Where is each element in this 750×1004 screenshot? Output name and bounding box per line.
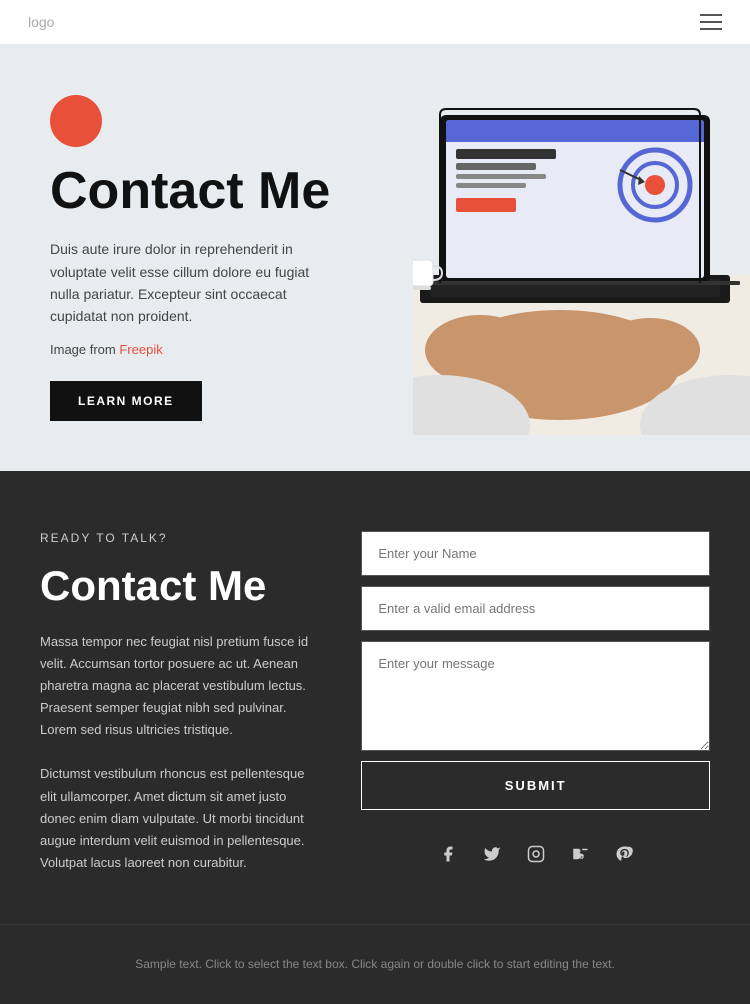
laptop-illustration <box>413 55 750 435</box>
image-credit: Image from Freepik <box>50 342 373 357</box>
contact-text2: Dictumst vestibulum rhoncus est pellente… <box>40 763 321 873</box>
hero-circle-decoration <box>50 95 102 147</box>
logo: logo <box>28 14 54 30</box>
contact-text1: Massa tempor nec feugiat nisl pretium fu… <box>40 631 321 741</box>
twitter-icon[interactable] <box>478 840 506 868</box>
hero-image <box>413 45 750 471</box>
image-credit-text: Image from <box>50 342 119 357</box>
message-input[interactable] <box>361 641 710 751</box>
social-icons-bar <box>361 840 710 868</box>
learn-more-button[interactable]: LEARN MORE <box>50 381 202 421</box>
hero-section: Contact Me Duis aute irure dolor in repr… <box>0 45 750 471</box>
name-input[interactable] <box>361 531 710 576</box>
email-input[interactable] <box>361 586 710 631</box>
hamburger-menu[interactable] <box>700 14 722 30</box>
contact-form: SUBMIT <box>361 531 710 874</box>
navbar: logo <box>0 0 750 45</box>
behance-icon[interactable] <box>566 840 594 868</box>
contact-left-panel: READY TO TALK? Contact Me Massa tempor n… <box>40 531 321 874</box>
freepik-link[interactable]: Freepik <box>119 342 162 357</box>
submit-button[interactable]: SUBMIT <box>361 761 710 810</box>
instagram-icon[interactable] <box>522 840 550 868</box>
footer: Sample text. Click to select the text bo… <box>0 924 750 1004</box>
hero-title: Contact Me <box>50 163 373 220</box>
hero-content: Contact Me Duis aute irure dolor in repr… <box>0 45 413 471</box>
hero-description: Duis aute irure dolor in reprehenderit i… <box>50 238 340 328</box>
footer-text: Sample text. Click to select the text bo… <box>40 955 710 974</box>
contact-label: READY TO TALK? <box>40 531 321 545</box>
pinterest-icon[interactable] <box>610 840 638 868</box>
contact-title: Contact Me <box>40 563 321 609</box>
contact-section: READY TO TALK? Contact Me Massa tempor n… <box>0 471 750 924</box>
facebook-icon[interactable] <box>434 840 462 868</box>
